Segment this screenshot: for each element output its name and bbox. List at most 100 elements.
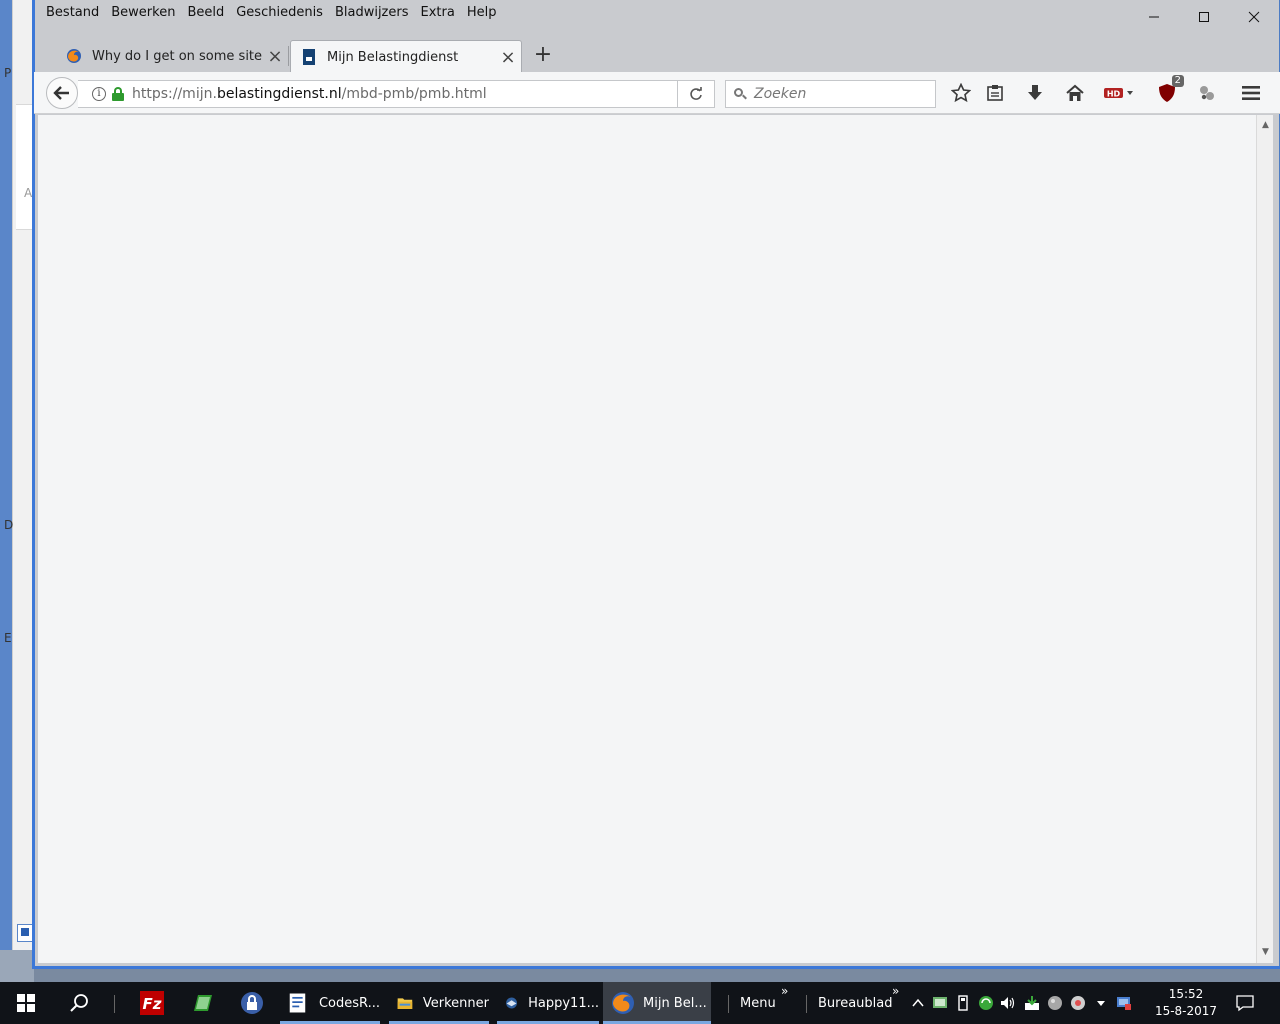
document-icon (289, 993, 306, 1013)
tab-separator (288, 46, 289, 66)
monitor-tray-icon[interactable] (932, 995, 948, 1011)
star-icon (951, 83, 971, 103)
background-letter: P (4, 66, 12, 80)
minimize-icon (1149, 16, 1159, 18)
background-window: P D E A (0, 0, 34, 982)
tab-why-do-i-get[interactable]: Why do I get on some sites t × (56, 40, 288, 72)
keepass-button[interactable] (236, 982, 268, 1024)
clock-date: 15-8-2017 (1154, 1004, 1218, 1018)
close-window-button[interactable] (1229, 0, 1279, 34)
taskbar-button-happy11[interactable]: Happy11... (497, 982, 599, 1024)
hamburger-icon (1242, 86, 1260, 100)
scroll-down-icon[interactable]: ▼ (1257, 944, 1274, 961)
chevron-right-icon[interactable]: » (781, 984, 788, 998)
menu-extra[interactable]: Extra (415, 0, 461, 26)
volume-icon[interactable] (1000, 995, 1016, 1011)
bookmarks-list-button[interactable] (982, 81, 1008, 105)
filezilla-icon: Fz (140, 991, 164, 1015)
filezilla-button[interactable]: Fz (136, 982, 168, 1024)
taskbar-separator (728, 995, 729, 1013)
search-bar[interactable]: Zoeken (725, 80, 936, 108)
thunderbird-icon (506, 997, 518, 1009)
search-icon (734, 88, 747, 100)
belastingdienst-icon (303, 49, 315, 65)
scroll-up-icon[interactable]: ▲ (1257, 117, 1274, 134)
page-content[interactable] (38, 115, 1256, 963)
firefox-icon (67, 49, 81, 63)
url-bar[interactable]: i https://mijn.belastingdienst.nl/mbd-pm… (78, 80, 715, 108)
arrow-left-icon (53, 86, 69, 100)
svg-text:Fz: Fz (143, 995, 162, 1013)
new-tab-button[interactable]: + (530, 40, 556, 72)
download-arrow-icon (1028, 85, 1042, 100)
hamburger-menu-button[interactable] (1238, 81, 1264, 105)
green-sync-tray-icon[interactable] (978, 995, 994, 1011)
extension-button[interactable] (1194, 81, 1220, 105)
ublock-button[interactable]: 2 (1154, 75, 1184, 105)
globe-tray-icon[interactable] (1070, 995, 1086, 1011)
info-icon[interactable]: i (92, 87, 106, 101)
back-button[interactable] (46, 77, 78, 109)
taskbar-separator (806, 995, 807, 1013)
hd-extension-button[interactable]: HD (1102, 81, 1138, 105)
url-text[interactable]: https://mijn.belastingdienst.nl/mbd-pmb/… (132, 86, 487, 102)
extension-icon (1200, 86, 1214, 100)
menu-bewerken[interactable]: Bewerken (105, 0, 181, 26)
menu-toolbar[interactable]: Menu (740, 982, 776, 1024)
tab-title: Why do I get on some sites t (92, 48, 262, 64)
menu-bladwijzers[interactable]: Bladwijzers (329, 0, 415, 26)
tab-close-icon[interactable]: × (262, 46, 288, 67)
gray-disc-tray-icon[interactable] (1047, 995, 1063, 1011)
bookmark-star-button[interactable] (948, 81, 974, 105)
search-icon (70, 994, 88, 1012)
network-monitor-tray-icon[interactable] (1116, 995, 1132, 1011)
mail-download-tray-icon[interactable] (1024, 995, 1040, 1011)
lock-icon[interactable] (112, 87, 124, 101)
search-placeholder: Zoeken (754, 86, 807, 102)
home-icon (1066, 84, 1084, 101)
desktop-toolbar[interactable]: Bureaublad (818, 982, 893, 1024)
search-taskbar-button[interactable] (54, 982, 104, 1024)
clipboard-icon (987, 85, 1003, 101)
chevron-up-icon[interactable] (910, 995, 926, 1011)
taskbar-button-label: Mijn Bel... (643, 995, 707, 1011)
minimize-button[interactable] (1129, 0, 1179, 34)
menu-toolbar-label: Menu (740, 995, 776, 1011)
clock-time: 15:52 (1168, 987, 1204, 1001)
menu-beeld[interactable]: Beeld (181, 0, 230, 26)
taskbar-button-verkenner[interactable]: Verkenner (389, 982, 489, 1024)
reload-button[interactable] (677, 80, 715, 108)
tab-mijn-belastingdienst[interactable]: Mijn Belastingdienst × (290, 40, 522, 73)
windows-logo-icon (17, 994, 35, 1012)
start-button[interactable] (0, 982, 52, 1024)
clock[interactable]: 15:52 15-8-2017 (1150, 986, 1222, 1020)
notification-icon[interactable] (1236, 994, 1254, 1012)
taskbar-button-label: CodesR... (318, 995, 380, 1011)
background-letter: D (4, 518, 14, 532)
hd-icon: HD (1104, 88, 1133, 99)
downloads-button[interactable] (1022, 81, 1048, 105)
taskbar-button-codesr[interactable]: CodesR... (280, 982, 380, 1024)
folder-icon (397, 998, 413, 1009)
green-app-button[interactable] (186, 982, 218, 1024)
taskbar-separator (114, 995, 115, 1013)
taskbar-button-label: Happy11... (528, 995, 599, 1011)
background-letter: A (24, 186, 33, 200)
network-arrow-tray-icon[interactable] (1093, 995, 1109, 1011)
menu-bestand[interactable]: Bestand (40, 0, 105, 26)
menu-bar: Bestand Bewerken Beeld Geschiedenis Blad… (34, 0, 1280, 26)
background-window-edge (0, 0, 12, 982)
usb-tray-icon[interactable] (955, 995, 971, 1011)
home-button[interactable] (1062, 81, 1088, 105)
vertical-scrollbar[interactable]: ▲ ▼ (1256, 115, 1273, 963)
maximize-button[interactable] (1179, 0, 1229, 34)
firefox-icon (612, 992, 634, 1014)
chevron-right-icon[interactable]: » (892, 984, 899, 998)
tab-close-icon[interactable]: × (495, 47, 521, 68)
menu-geschiedenis[interactable]: Geschiedenis (230, 0, 329, 26)
menu-help[interactable]: Help (461, 0, 503, 26)
taskbar-button-mijn-bel[interactable]: Mijn Bel... (603, 982, 711, 1024)
background-app-icon[interactable] (17, 924, 33, 942)
browser-window: Bestand Bewerken Beeld Geschiedenis Blad… (32, 0, 1280, 969)
window-caption-buttons (1129, 0, 1279, 34)
